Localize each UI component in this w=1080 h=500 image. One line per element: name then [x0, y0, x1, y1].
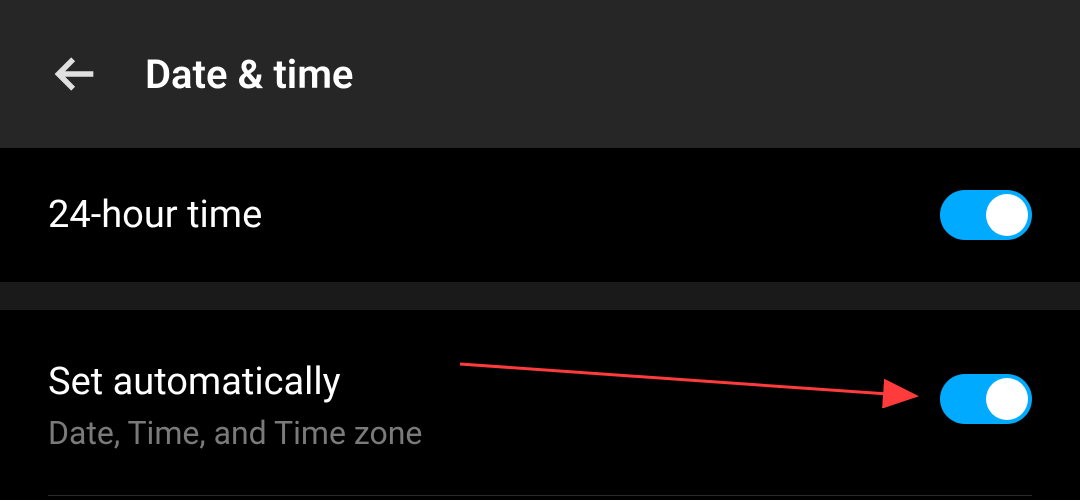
toggle-knob: [986, 194, 1028, 236]
row-divider: [48, 495, 1032, 496]
setting-text-block: Set automatically Date, Time, and Time z…: [48, 350, 422, 452]
page-title: Date & time: [145, 51, 353, 98]
setting-title-24hour: 24-hour time: [48, 193, 262, 237]
back-arrow-icon[interactable]: [50, 49, 100, 99]
section-gap: [0, 282, 1080, 310]
settings-header: Date & time: [0, 0, 1080, 148]
setting-subtitle-auto: Date, Time, and Time zone: [48, 414, 422, 452]
setting-row-24hour: 24-hour time: [0, 148, 1080, 282]
setting-text-block: 24-hour time: [48, 193, 262, 237]
setting-row-auto: Set automatically Date, Time, and Time z…: [0, 310, 1080, 500]
toggle-knob: [986, 378, 1028, 420]
setting-title-auto: Set automatically: [48, 360, 422, 404]
toggle-24hour[interactable]: [940, 190, 1032, 240]
toggle-auto[interactable]: [940, 374, 1032, 424]
